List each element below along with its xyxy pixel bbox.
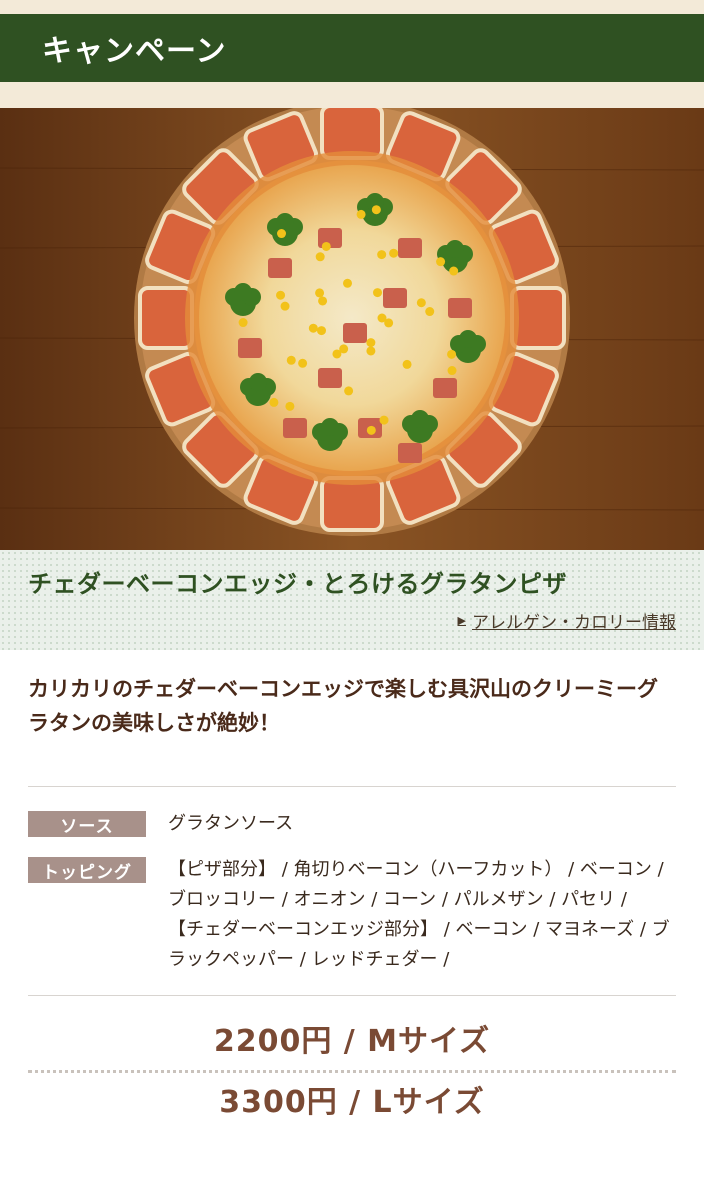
sauce-label: ソース (28, 811, 146, 837)
dotted-divider (28, 1070, 676, 1073)
page-title: キャンペーン (42, 34, 227, 69)
spec-row-sauce: ソース グラタンソース (28, 811, 676, 839)
top-strip (0, 0, 704, 14)
product-lead-text: カリカリのチェダーベーコンエッジで楽しむ具沢山のクリーミーグラタンの美味しさが絶… (28, 677, 658, 735)
topping-pizza-part: 【ピザ部分】 / 角切りベーコン（ハーフカット） / ベーコン / ブロッコリー… (168, 859, 664, 910)
topping-edge-part: 【チェダーベーコンエッジ部分】 / ベーコン / マヨネーズ / ブラックペッパ… (168, 919, 670, 970)
page-header: キャンペーン (0, 14, 704, 82)
sauce-value: グラタンソース (168, 813, 294, 834)
allergen-calorie-link[interactable]: ▶ アレルゲン・カロリー情報 (458, 608, 676, 633)
spec-table: ソース グラタンソース トッピング 【ピザ部分】 / 角切りベーコン（ハーフカッ… (28, 811, 676, 975)
topping-label: トッピング (28, 857, 146, 883)
pizza-image (0, 108, 704, 550)
topping-value: 【ピザ部分】 / 角切りベーコン（ハーフカット） / ベーコン / ブロッコリー… (168, 855, 676, 975)
triangle-right-icon: ▶ (457, 614, 466, 627)
divider (28, 995, 676, 996)
price-l-size: 3300円 / Lサイズ (219, 1085, 485, 1120)
header-under-strip (0, 82, 704, 108)
price-m-size: 2200円 / Mサイズ (213, 1024, 491, 1059)
spec-row-topping: トッピング 【ピザ部分】 / 角切りベーコン（ハーフカット） / ベーコン / … (28, 857, 676, 975)
divider (28, 786, 676, 787)
product-title-band: チェダーベーコンエッジ・とろけるグラタンピザ ▶ アレルゲン・カロリー情報 (0, 550, 704, 650)
product-title: チェダーベーコンエッジ・とろけるグラタンピザ (28, 570, 567, 598)
allergen-link-label: アレルゲン・カロリー情報 (472, 613, 676, 633)
